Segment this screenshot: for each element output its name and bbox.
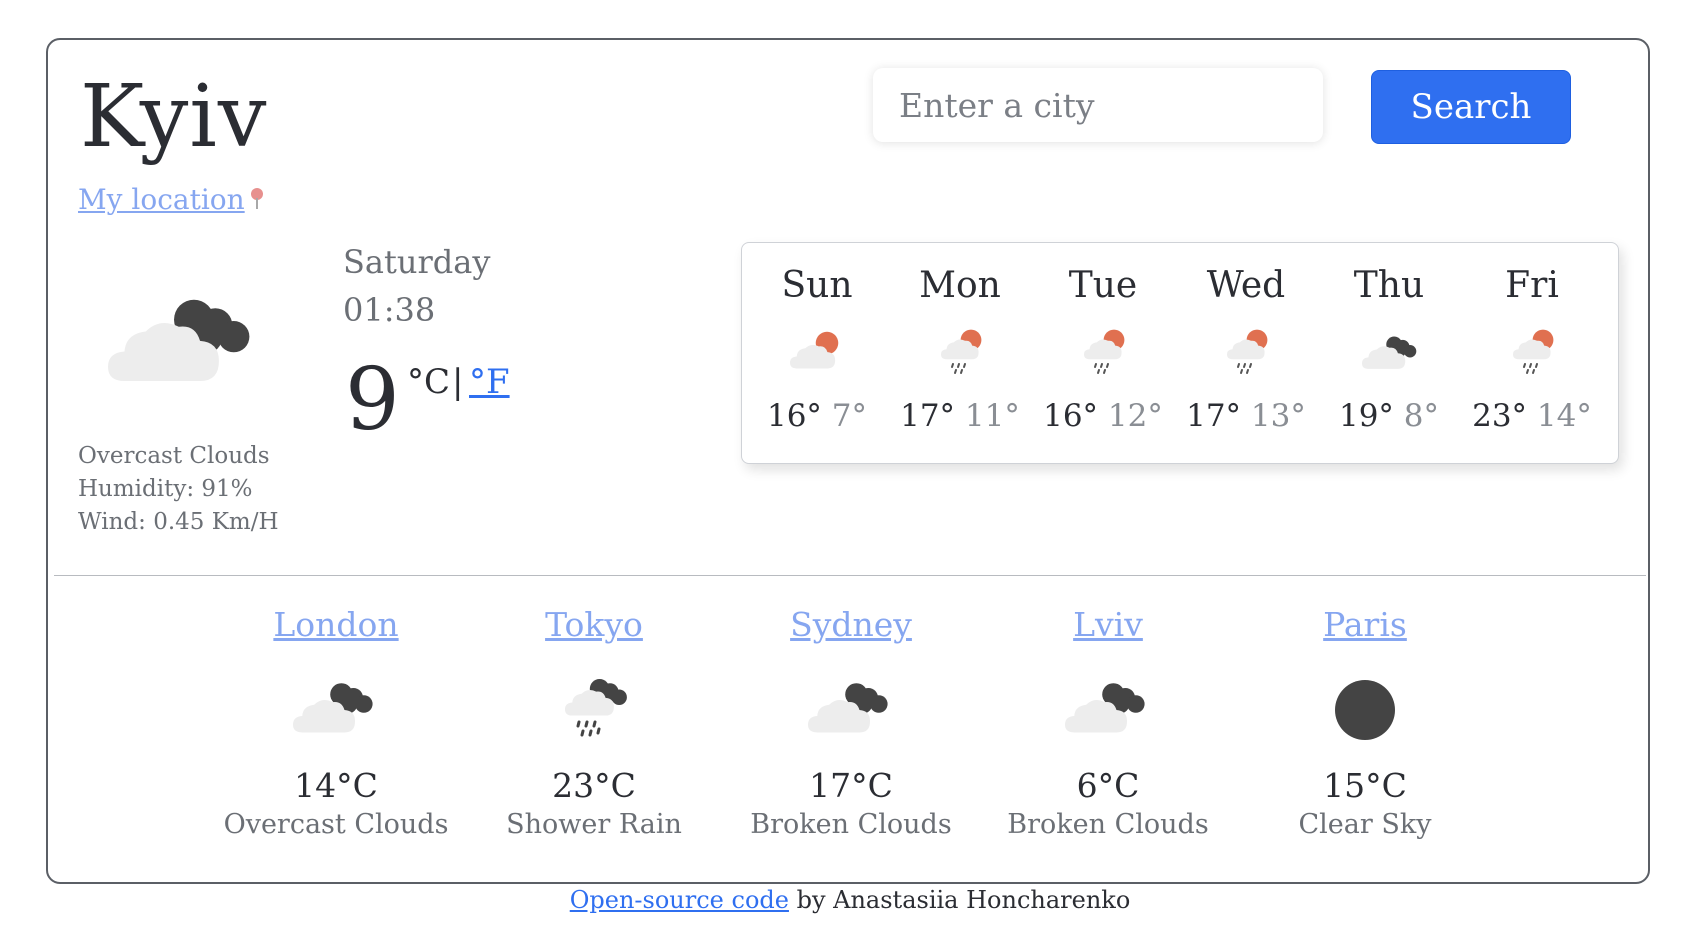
forecast-day: Tue 16° 12° [1028, 243, 1178, 434]
unit-separator: | [452, 362, 464, 402]
forecast-max: 23° [1472, 398, 1528, 434]
forecast-max: 16° [1043, 398, 1099, 434]
city-search-input[interactable] [873, 68, 1323, 142]
city-description: Overcast Clouds [223, 809, 449, 840]
city-temp: 14°C [294, 766, 378, 805]
current-temperature: 9 [345, 350, 400, 450]
forecast-day-label: Sun [781, 265, 853, 306]
forecast-day-label: Wed [1206, 265, 1286, 306]
city-card-lviv: Lviv 6°C Broken Clouds [978, 605, 1238, 840]
sun-rain-icon [1513, 329, 1554, 374]
city-card-sydney: Sydney 17°C Broken Clouds [721, 605, 981, 840]
current-description: Overcast Clouds [78, 443, 270, 469]
forecast-min: 8° [1403, 398, 1440, 434]
forecast-min: 14° [1536, 398, 1592, 434]
current-time: 01:38 [343, 291, 436, 329]
broken-clouds-icon [808, 683, 888, 733]
forecast-max: 17° [1186, 398, 1242, 434]
forecast-day: Mon 17° 11° [885, 243, 1035, 434]
city-title: Kyiv [80, 67, 268, 167]
current-details: Overcast Clouds Humidity: 91% Wind: 0.45… [78, 440, 279, 539]
shower-rain-icon [565, 679, 627, 737]
city-temp: 17°C [809, 766, 893, 805]
my-location-link[interactable]: My location [78, 183, 265, 216]
pin-icon [250, 188, 263, 209]
sun-rain-icon [1227, 329, 1268, 374]
city-description: Broken Clouds [750, 809, 952, 840]
forecast-day-label: Mon [919, 265, 1001, 306]
city-link-tokyo[interactable]: Tokyo [464, 605, 724, 644]
forecast-max: 17° [900, 398, 956, 434]
city-temp: 15°C [1323, 766, 1407, 805]
forecast-min: 11° [964, 398, 1020, 434]
source-code-link[interactable]: Open-source code [570, 886, 789, 914]
forecast-day: Wed 17° 13° [1171, 243, 1321, 434]
forecast-day-label: Thu [1353, 265, 1425, 306]
sun-cloud-icon [790, 331, 839, 369]
humidity-text: Humidity: 91% [78, 476, 253, 502]
broken-clouds-icon [1362, 336, 1417, 369]
current-day: Saturday [343, 243, 491, 281]
city-link-sydney[interactable]: Sydney [721, 605, 981, 644]
sun-rain-icon [941, 329, 982, 374]
forecast-min: 13° [1250, 398, 1306, 434]
overcast-clouds-icon [108, 299, 250, 382]
footer: Open-source code by Anastasiia Honcharen… [0, 886, 1684, 914]
forecast-panel: Sun 16° 7° Mon 17° 11° Tue 16° 12° Wed 1… [741, 242, 1619, 464]
overcast-clouds-icon [293, 683, 373, 733]
city-card-tokyo: Tokyo 23°C Shower Rain [464, 605, 724, 840]
wind-text: Wind: 0.45 Km/H [78, 509, 279, 535]
city-link-london[interactable]: London [206, 605, 466, 644]
forecast-day-label: Fri [1505, 265, 1559, 306]
city-description: Clear Sky [1298, 809, 1432, 840]
footer-author: by Anastasiia Honcharenko [788, 886, 1131, 914]
city-card-london: London 14°C Overcast Clouds [206, 605, 466, 840]
forecast-max: 19° [1338, 398, 1394, 434]
forecast-day-label: Tue [1068, 265, 1138, 306]
city-temp: 6°C [1076, 766, 1140, 805]
forecast-day: Fri 23° 14° [1457, 243, 1607, 434]
city-card-paris: Paris 15°C Clear Sky [1235, 605, 1495, 840]
city-description: Shower Rain [506, 809, 682, 840]
fahrenheit-link[interactable]: °F [469, 362, 510, 402]
city-temp: 23°C [552, 766, 636, 805]
broken-clouds-icon [1065, 683, 1145, 733]
clear-sky-night-icon [1335, 680, 1395, 740]
my-location-label: My location [78, 183, 245, 216]
search-button[interactable]: Search [1371, 70, 1571, 144]
section-divider [54, 575, 1646, 576]
celsius-unit: °C [407, 362, 451, 402]
city-description: Broken Clouds [1007, 809, 1209, 840]
forecast-max: 16° [766, 398, 822, 434]
forecast-day: Sun 16° 7° [742, 243, 892, 434]
city-link-lviv[interactable]: Lviv [978, 605, 1238, 644]
forecast-min: 7° [831, 398, 868, 434]
sun-rain-icon [1084, 329, 1125, 374]
forecast-min: 12° [1107, 398, 1163, 434]
city-link-paris[interactable]: Paris [1235, 605, 1495, 644]
forecast-day: Thu 19° 8° [1314, 243, 1464, 434]
